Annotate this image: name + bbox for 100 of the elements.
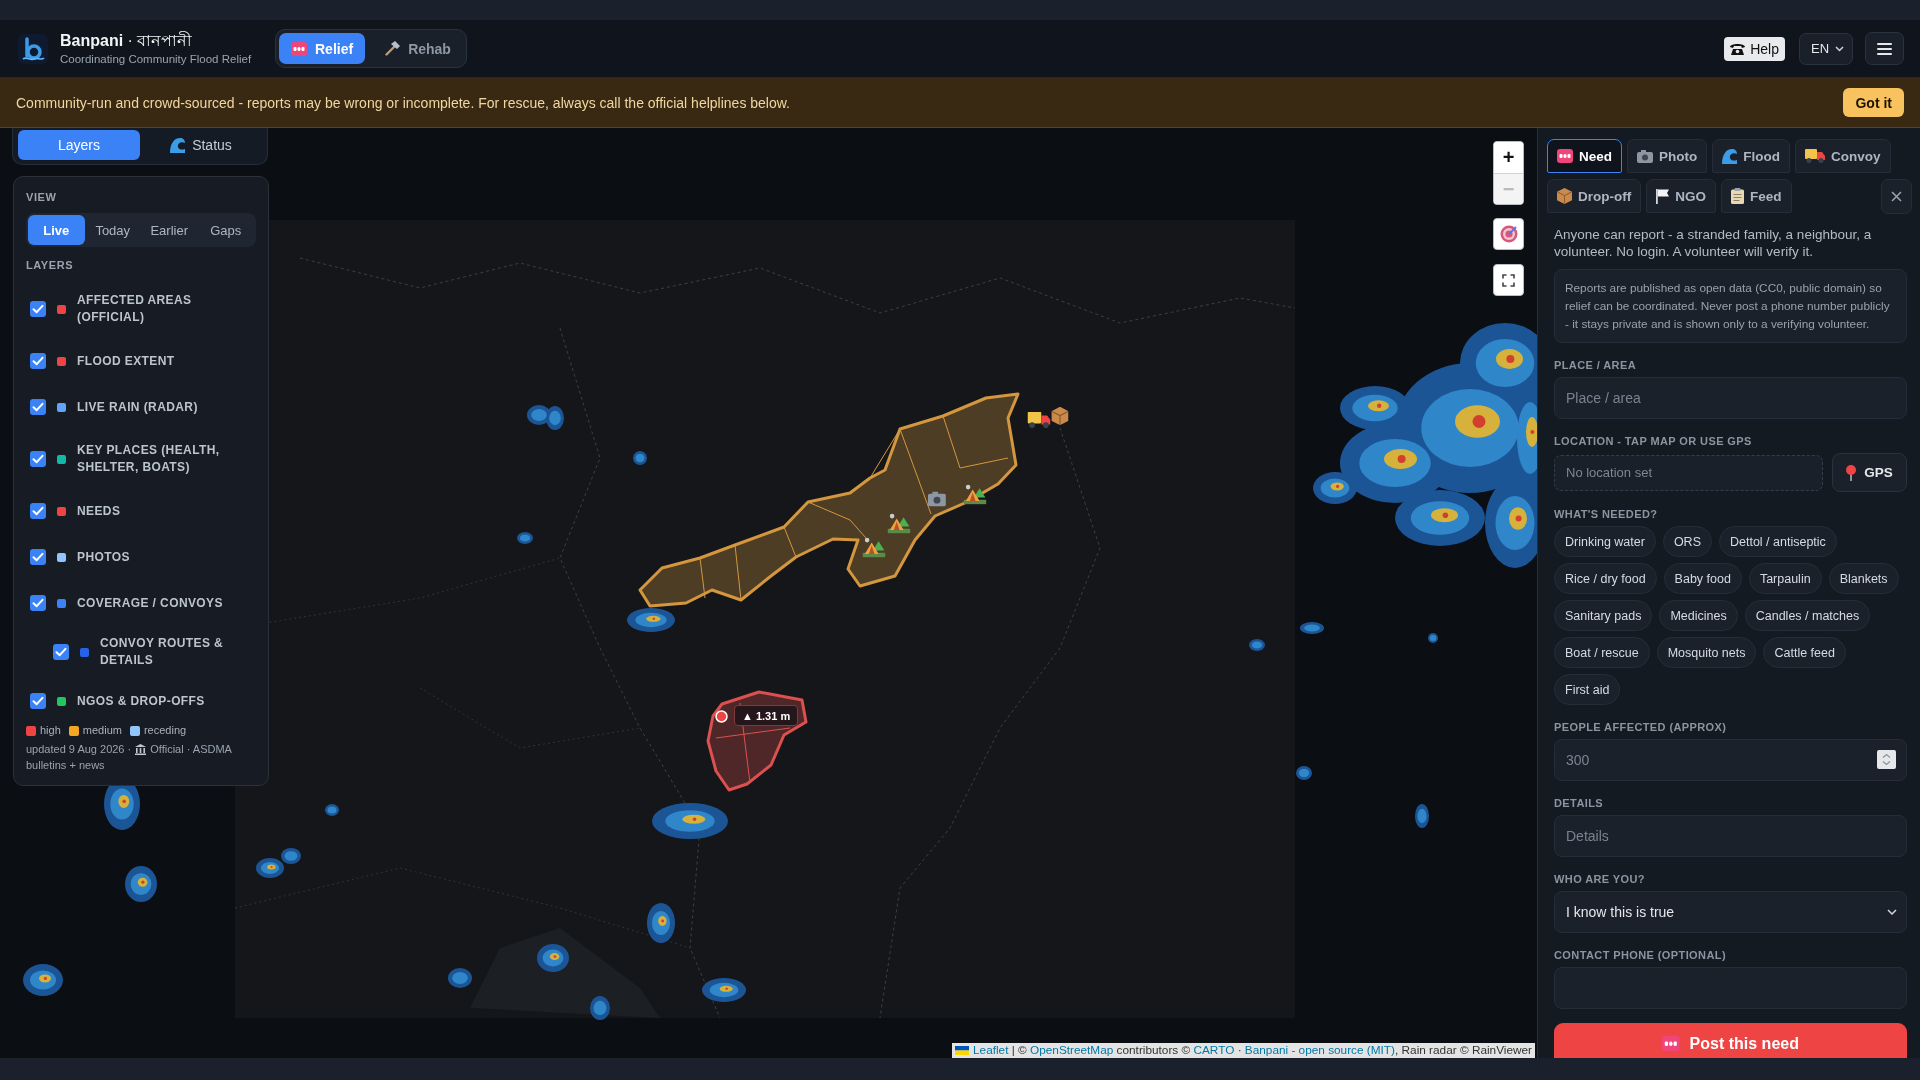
attribution-link[interactable]: OpenStreetMap [1030, 1043, 1114, 1057]
layer-checkbox[interactable] [30, 301, 46, 317]
institution-icon [135, 743, 147, 755]
field-label: WHO ARE YOU? [1554, 873, 1646, 886]
role-select[interactable]: I know this is true [1554, 891, 1907, 933]
report-tab[interactable]: Feed [1721, 179, 1792, 213]
rain-patch [1415, 804, 1429, 828]
need-chip[interactable]: Blankets [1828, 563, 1899, 594]
need-chip[interactable]: Drinking water [1554, 526, 1656, 557]
panel-tab[interactable]: Status [140, 130, 262, 160]
number-field[interactable]: 300 [1554, 739, 1907, 781]
tent-icon [887, 512, 911, 534]
close-button[interactable] [1881, 179, 1912, 214]
report-tab[interactable]: Photo [1627, 139, 1708, 173]
need-chip[interactable]: Dettol / antiseptic [1719, 526, 1837, 557]
layer-checkbox[interactable] [30, 451, 46, 467]
rain-patch [256, 858, 284, 878]
rain-patch [627, 608, 675, 632]
report-tab[interactable]: NGO [1646, 179, 1716, 213]
location-field[interactable]: No location set [1554, 454, 1823, 491]
box-icon [1557, 188, 1572, 204]
attribution-link[interactable]: Banpani - open source (MIT) [1244, 1043, 1395, 1057]
phone-icon [1730, 42, 1746, 55]
intro-text: Anyone can report - a stranded family, a neighbour, a volunteer. No login. A volunteer will verify it. [1554, 226, 1873, 260]
rain-patch [633, 451, 647, 465]
layer-checkbox[interactable] [30, 353, 46, 369]
camera-icon [1637, 149, 1653, 163]
marker-dot-icon[interactable] [715, 710, 728, 723]
need-chip[interactable]: First aid [1554, 674, 1621, 705]
layer-label: AFFECTED AREAS (OFFICIAL) [77, 292, 193, 326]
rain-patch [517, 532, 533, 544]
layer-checkbox[interactable] [30, 549, 46, 565]
app-subtitle: Coordinating Community Flood Relief [60, 52, 252, 66]
layer-checkbox[interactable] [30, 595, 46, 611]
rain-patch [1428, 633, 1438, 643]
panel-tab[interactable]: Layers [18, 130, 140, 160]
text-field[interactable]: Place / area [1554, 377, 1907, 419]
app-title: Banpani · বানপানী [60, 31, 194, 50]
layer-checkbox[interactable] [30, 693, 46, 709]
target-icon [1499, 225, 1518, 243]
text-field[interactable]: Details [1554, 815, 1907, 857]
privacy-notice: Reports are published as open data (CC0, public domain) so relief can be coordinated. Never post a phone number publicly - it stays private and is shown only to a verifying volunteer. [1554, 269, 1907, 343]
report-tab[interactable]: Convoy [1795, 139, 1891, 173]
report-tab[interactable]: Flood [1712, 139, 1790, 173]
source-text: bulletins + news [26, 758, 105, 773]
post-need-button[interactable]: Post this need [1554, 1023, 1907, 1058]
locate-button[interactable] [1493, 218, 1524, 250]
got-it-button[interactable]: Got it [1843, 88, 1904, 117]
need-chip[interactable]: Rice / dry food [1554, 563, 1657, 594]
rain-patch [590, 996, 610, 1020]
report-tab[interactable]: Need [1547, 139, 1622, 173]
field-label: WHAT'S NEEDED? [1554, 508, 1659, 521]
layer-checkbox[interactable] [53, 644, 69, 660]
affected-area-shape[interactable] [638, 392, 1020, 608]
language-select[interactable]: EN [1799, 32, 1853, 65]
layer-checkbox[interactable] [30, 399, 46, 415]
need-chip[interactable]: Tarpaulin [1748, 563, 1822, 594]
need-chip[interactable]: Sanitary pads [1554, 600, 1653, 631]
view-tab[interactable]: Gaps [197, 215, 254, 245]
chevron-down-icon [1887, 909, 1897, 915]
legend-label: medium [82, 724, 122, 737]
close-icon [1891, 191, 1902, 202]
report-tab[interactable]: Drop-off [1547, 179, 1642, 213]
view-tab[interactable]: Today [84, 215, 141, 245]
section-heading: LAYERS [26, 259, 75, 272]
rain-patch [702, 978, 746, 1002]
rain-patch [1296, 766, 1312, 780]
need-chip[interactable]: Candles / matches [1744, 600, 1871, 631]
water-level-label: ▲ 1.31 m [734, 705, 799, 726]
view-tab[interactable]: Earlier [141, 215, 198, 245]
attribution-link[interactable]: Leaflet [973, 1043, 1009, 1057]
rain-patch [537, 944, 569, 972]
rain-patch [125, 866, 157, 902]
need-chip[interactable]: Mosquito nets [1656, 637, 1757, 668]
pin-icon [1846, 464, 1857, 481]
need-chip[interactable]: Medicines [1659, 600, 1738, 631]
clipboard-icon [1731, 188, 1744, 204]
field-label: CONTACT PHONE (OPTIONAL) [1554, 949, 1727, 962]
need-chip[interactable]: Cattle feed [1763, 637, 1846, 668]
mode-tab[interactable]: Rehab [373, 33, 463, 64]
mode-tab[interactable]: Relief [279, 33, 366, 64]
chevron-down-icon [1835, 45, 1844, 52]
layer-label: FLOOD EXTENT [77, 352, 175, 370]
layer-checkbox[interactable] [30, 503, 46, 519]
view-tab[interactable]: Live [28, 215, 85, 245]
need-chip[interactable]: Boat / rescue [1554, 637, 1650, 668]
fullscreen-icon [1502, 273, 1515, 287]
fullscreen-button[interactable] [1493, 264, 1524, 296]
need-chip[interactable]: Baby food [1663, 563, 1742, 594]
wave-icon [1722, 148, 1738, 164]
gps-button[interactable]: GPS [1832, 453, 1907, 492]
truck-icon [1805, 149, 1825, 163]
alert-tile-icon [1662, 1035, 1680, 1052]
need-chip[interactable]: ORS [1662, 526, 1712, 557]
help-button[interactable]: Help [1724, 36, 1785, 61]
box-icon [1051, 406, 1069, 426]
updated-text: updated 9 Aug 2026 · [26, 742, 132, 757]
attribution-link[interactable]: CARTO [1193, 1043, 1235, 1057]
rain-patch [647, 903, 675, 943]
menu-button[interactable] [1865, 32, 1904, 65]
